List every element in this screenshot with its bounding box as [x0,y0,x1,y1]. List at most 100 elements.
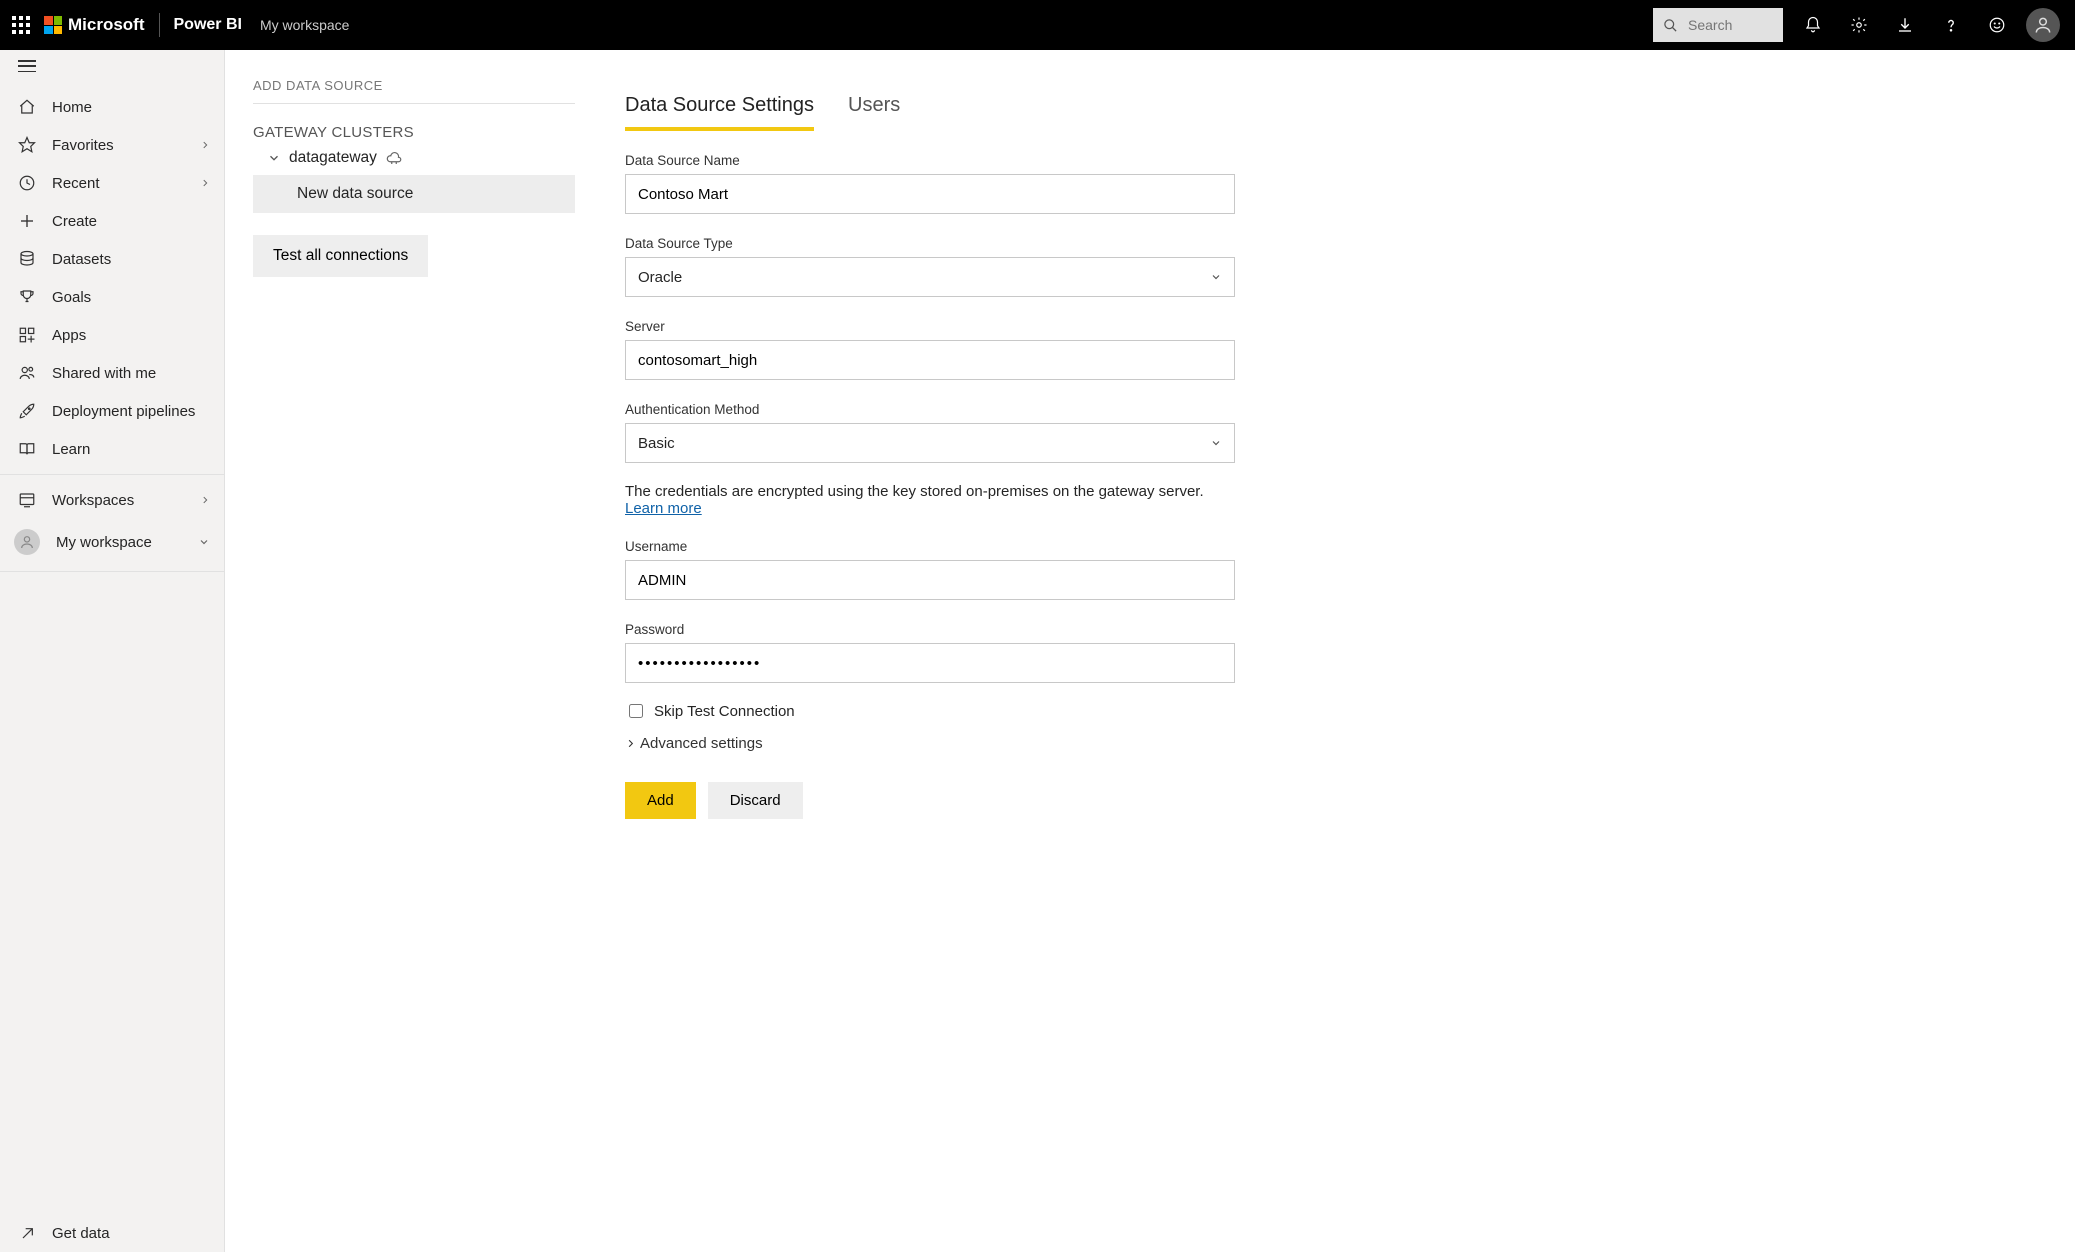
chevron-down-icon [267,151,281,165]
test-connections-button[interactable]: Test all connections [253,235,428,277]
chevron-right-icon [200,140,210,150]
skip-test-checkbox[interactable] [629,704,643,718]
server-label: Server [625,319,1235,334]
nav-label: Deployment pipelines [52,403,195,420]
username-input[interactable] [625,560,1235,600]
password-input[interactable] [625,643,1235,683]
ds-type-value: Oracle [638,269,682,286]
app-topbar: Microsoft Power BI My workspace [0,0,2075,50]
nav-toggle-button[interactable] [18,60,36,72]
divider [253,103,575,104]
gateway-tree-item[interactable]: datagateway [253,141,575,175]
password-label: Password [625,622,1235,637]
clusters-heading: GATEWAY CLUSTERS [253,124,575,141]
book-icon [18,440,36,458]
nav-label: Workspaces [52,492,134,509]
microsoft-logo[interactable]: Microsoft [44,15,145,35]
chevron-down-icon [1210,437,1222,449]
nav-label: Favorites [52,137,114,154]
nav-learn[interactable]: Learn [0,430,224,468]
question-icon [1942,16,1960,34]
ds-type-label: Data Source Type [625,236,1235,251]
gateway-name: datagateway [289,149,377,167]
ds-name-input[interactable] [625,174,1235,214]
nav-label: Shared with me [52,365,156,382]
nav-create[interactable]: Create [0,202,224,240]
notifications-button[interactable] [1793,5,1833,45]
main-panel: Data Source Settings Users Data Source N… [595,50,2075,1252]
advanced-label: Advanced settings [640,735,763,752]
nav-apps[interactable]: Apps [0,316,224,354]
credentials-info: The credentials are encrypted using the … [625,483,1245,517]
getdata-icon [18,1226,36,1242]
app-launcher-icon[interactable] [12,16,30,34]
home-icon [18,98,36,116]
global-search[interactable] [1653,8,1783,42]
nav-myworkspace[interactable]: My workspace [0,519,224,565]
company-name: Microsoft [68,15,145,35]
trophy-icon [18,288,36,306]
clusters-panel: ADD DATA SOURCE GATEWAY CLUSTERS datagat… [225,50,595,1252]
auth-method-select[interactable]: Basic [625,423,1235,463]
download-button[interactable] [1885,5,1925,45]
server-input[interactable] [625,340,1235,380]
chevron-right-icon [625,738,636,749]
nav-datasets[interactable]: Datasets [0,240,224,278]
avatar-icon [2026,8,2060,42]
product-name[interactable]: Power BI [174,16,242,34]
auth-method-value: Basic [638,435,675,452]
divider [159,13,160,37]
feedback-button[interactable] [1977,5,2017,45]
search-icon [1663,18,1678,33]
tab-users[interactable]: Users [848,94,900,131]
nav-shared[interactable]: Shared with me [0,354,224,392]
settings-button[interactable] [1839,5,1879,45]
shared-icon [18,364,36,382]
nav-recent[interactable]: Recent [0,164,224,202]
bell-icon [1804,16,1822,34]
nav-label: Datasets [52,251,111,268]
learn-more-link[interactable]: Learn more [625,500,702,517]
download-icon [1896,16,1914,34]
nav-label: Apps [52,327,86,344]
nav-goals[interactable]: Goals [0,278,224,316]
microsoft-flag-icon [44,16,62,34]
nav-pipelines[interactable]: Deployment pipelines [0,392,224,430]
tree-child-label: New data source [297,185,413,202]
clock-icon [18,174,36,192]
nav-getdata[interactable]: Get data [0,1215,224,1252]
rocket-icon [18,402,36,420]
ds-type-select[interactable]: Oracle [625,257,1235,297]
search-input[interactable] [1686,16,1766,34]
chevron-down-icon [198,536,210,548]
nav-label: Learn [52,441,90,458]
nav-label: Create [52,213,97,230]
discard-button[interactable]: Discard [708,782,803,819]
advanced-settings-toggle[interactable]: Advanced settings [625,735,2035,752]
skip-test-label: Skip Test Connection [654,703,795,720]
auth-method-label: Authentication Method [625,402,1235,417]
cloud-gateway-icon [385,149,403,167]
nav-label: Get data [52,1225,110,1242]
nav-favorites[interactable]: Favorites [0,126,224,164]
add-button[interactable]: Add [625,782,696,819]
tab-data-source-settings[interactable]: Data Source Settings [625,94,814,131]
left-nav: Home Favorites Recent [0,50,225,1252]
account-button[interactable] [2023,5,2063,45]
help-button[interactable] [1931,5,1971,45]
nav-label: My workspace [56,534,152,551]
breadcrumb[interactable]: My workspace [260,17,349,33]
gear-icon [1850,16,1868,34]
new-data-source-item[interactable]: New data source [253,175,575,213]
chevron-right-icon [200,178,210,188]
nav-home[interactable]: Home [0,88,224,126]
star-icon [18,136,36,154]
chevron-right-icon [200,495,210,505]
page-title: ADD DATA SOURCE [253,78,575,93]
ds-name-label: Data Source Name [625,153,1235,168]
nav-label: Recent [52,175,100,192]
workspace-avatar-icon [14,529,40,555]
nav-workspaces[interactable]: Workspaces [0,481,224,519]
plus-icon [18,212,36,230]
workspaces-icon [18,491,36,509]
